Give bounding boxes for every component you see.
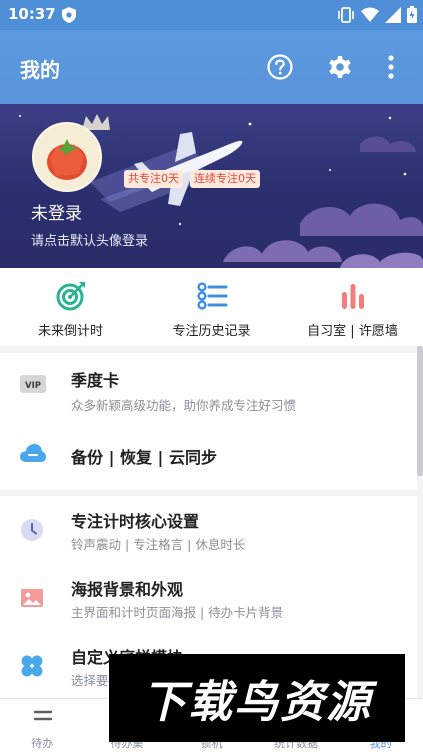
username[interactable]: 未登录 <box>31 199 82 224</box>
more-vert-icon <box>388 55 394 79</box>
poster-appearance-item[interactable]: 海报背景和外观 主界面和计时页面海报 | 待办卡片背景 <box>0 564 417 632</box>
target-icon <box>56 282 85 311</box>
menu-lines-icon <box>33 710 53 721</box>
study-room-button[interactable]: 自习室 | 许愿墙 <box>282 268 423 346</box>
tab-todo-label: 待办 <box>31 737 54 750</box>
season-card-title: 季度卡 <box>71 371 120 390</box>
gear-icon <box>329 56 351 78</box>
focus-history-label: 专注历史记录 <box>172 324 251 339</box>
study-room-label: 自习室 | 许愿墙 <box>307 324 398 339</box>
settings-button[interactable] <box>323 50 357 84</box>
poster-appearance-subtitle: 主界面和计时页面海报 | 待办卡片背景 <box>71 605 284 620</box>
clock-icon <box>21 519 43 541</box>
season-card-subtitle: 众多新颖高级功能，助你养成专注好习惯 <box>71 398 297 413</box>
backup-sync-title: 备份 | 恢复 | 云同步 <box>71 448 217 467</box>
history-list-icon <box>196 282 227 310</box>
profile-screen: 10:37 我的 共专注0天 连续专注0天 未登录 请点击默认头像登录 未来倒计… <box>0 0 423 752</box>
bar-stats-icon <box>341 284 364 309</box>
shield-icon <box>62 7 76 23</box>
vibrate-icon <box>338 6 354 23</box>
vip-icon: VIP <box>20 375 46 393</box>
countdown-label: 未来倒计时 <box>37 324 103 339</box>
image-icon <box>21 589 43 607</box>
status-time: 10:37 <box>8 5 56 23</box>
more-options-button[interactable] <box>374 50 408 84</box>
backup-sync-item[interactable]: 备份 | 恢复 | 云同步 <box>0 421 417 490</box>
watermark-text: 下载鸟资源 <box>142 677 372 728</box>
wifi-icon <box>361 7 379 22</box>
signal-icon <box>385 6 401 23</box>
quick-actions: 未来倒计时 专注历史记录 自习室 | 许愿墙 <box>0 268 423 346</box>
battery-icon <box>407 6 417 23</box>
focus-core-settings-subtitle: 铃声震动 | 专注格言 | 休息时长 <box>71 537 246 552</box>
tomato-avatar-icon <box>47 139 87 180</box>
streak-badge: 连续专注0天 <box>190 170 260 188</box>
svg-text:VIP: VIP <box>25 381 41 391</box>
app-bar: 我的 <box>0 30 423 104</box>
total-focus-badge: 共专注0天 <box>124 170 183 188</box>
season-card-item[interactable]: VIP 季度卡 众多新颖高级功能，助你养成专注好习惯 <box>0 353 417 421</box>
focus-core-settings-item[interactable]: 专注计时核心设置 铃声震动 | 专注格言 | 休息时长 <box>0 496 417 564</box>
tab-todo[interactable]: 待办 <box>0 699 85 752</box>
custom-bottom-bar-subtitle: 选择要 <box>71 673 109 688</box>
help-icon <box>267 54 293 80</box>
membership-section: VIP 季度卡 众多新颖高级功能，助你养成专注好习惯 备份 | 恢复 | 云同步 <box>0 353 417 490</box>
poster-appearance-title: 海报背景和外观 <box>71 580 184 599</box>
page-title: 我的 <box>20 58 60 82</box>
status-bar: 10:37 <box>0 0 423 30</box>
login-hint: 请点击默认头像登录 <box>31 234 149 249</box>
focus-history-button[interactable]: 专注历史记录 <box>141 268 282 346</box>
avatar-button[interactable] <box>32 122 102 192</box>
help-button[interactable] <box>263 50 297 84</box>
scrollbar[interactable] <box>417 346 423 476</box>
profile-header: 共专注0天 连续专注0天 未登录 请点击默认头像登录 <box>0 104 423 268</box>
clover-icon <box>21 655 43 677</box>
focus-core-settings-title: 专注计时核心设置 <box>71 512 200 531</box>
status-icons <box>337 6 417 23</box>
watermark: 下载鸟资源 <box>109 654 405 742</box>
cloud-icon <box>20 444 46 462</box>
countdown-button[interactable]: 未来倒计时 <box>0 268 141 346</box>
